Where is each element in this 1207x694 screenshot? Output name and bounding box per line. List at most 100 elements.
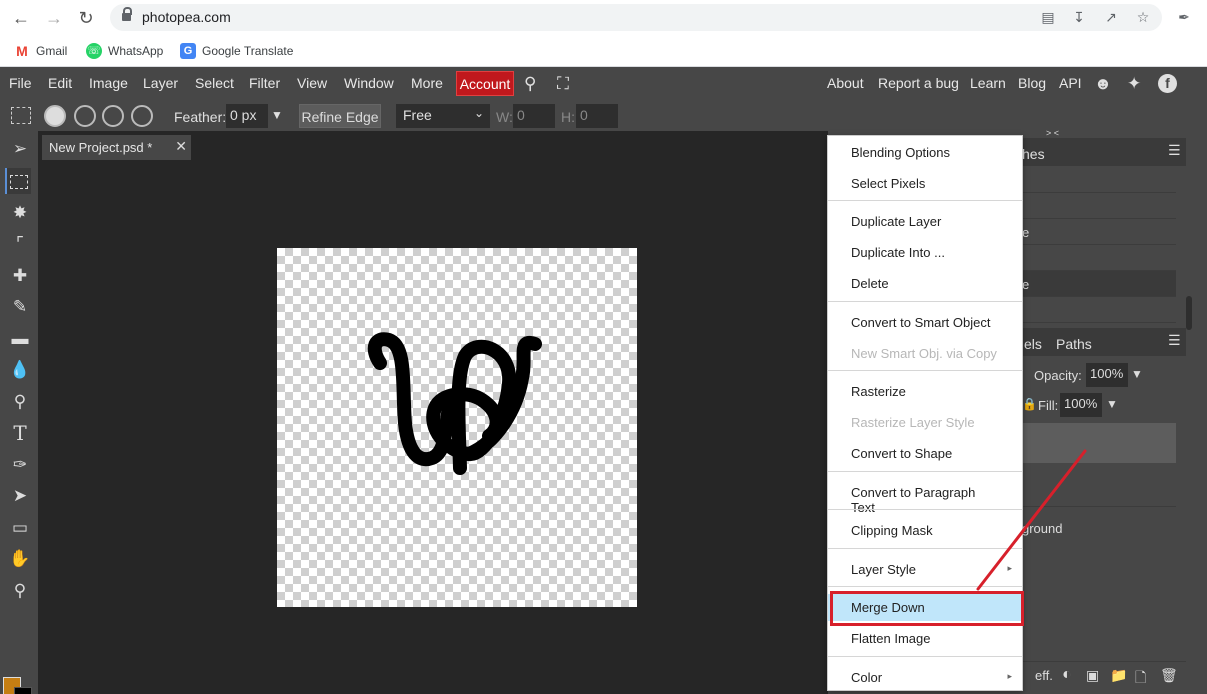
panel-row [1022, 193, 1176, 219]
feather-input[interactable]: 0 px [226, 104, 268, 128]
menu-item-delete[interactable]: Delete [828, 270, 1022, 297]
move-tool-icon[interactable]: ➢ [7, 136, 33, 162]
link-blog[interactable]: Blog [1018, 75, 1046, 91]
menu-more[interactable]: More [411, 75, 443, 91]
reddit-icon[interactable]: ☻ [1094, 74, 1112, 94]
document-tab[interactable]: New Project.psd * ✕ [42, 135, 191, 160]
selection-add-icon[interactable] [74, 105, 96, 127]
adjustment-layer-icon[interactable]: ◐ [1062, 666, 1072, 684]
twitter-icon[interactable]: ✦ [1127, 74, 1141, 94]
panel-scrollbar[interactable] [1186, 131, 1207, 694]
opacity-dropdown-icon[interactable]: ▼ [1131, 367, 1143, 381]
selection-new-icon[interactable] [44, 105, 66, 127]
url-field[interactable]: photopea.com [110, 4, 1162, 31]
panel-row [1022, 245, 1176, 271]
panel-tab-partial[interactable]: hes [1022, 146, 1045, 162]
rectangle-tool-icon[interactable]: ▭ [7, 515, 33, 541]
refine-edge-button[interactable]: Refine Edge [299, 104, 381, 128]
menu-item-flatten-image[interactable]: Flatten Image [828, 625, 1022, 652]
menu-edit[interactable]: Edit [48, 75, 72, 91]
menu-file[interactable]: File [9, 75, 32, 91]
menu-item-convert-smart-object[interactable]: Convert to Smart Object [828, 309, 1022, 336]
bookmark-star-icon[interactable]: ☆ [1134, 8, 1152, 26]
fullscreen-icon[interactable]: ⛶ [557, 74, 569, 94]
bookmark-gmail[interactable]: M Gmail [14, 41, 67, 61]
opacity-input[interactable]: 100% [1086, 363, 1128, 387]
collapse-panels-icon[interactable]: > < [1046, 128, 1059, 138]
tab-paths[interactable]: Paths [1056, 336, 1092, 352]
height-input[interactable]: 0 [576, 104, 618, 128]
brush-tool-icon[interactable]: ✎ [7, 294, 33, 320]
tab-layers-partial[interactable]: els [1024, 336, 1042, 352]
hand-tool-icon[interactable]: ✋ [7, 546, 33, 572]
page-icon[interactable]: ▤ [1039, 8, 1057, 26]
menu-image[interactable]: Image [89, 75, 128, 91]
panel-row [1022, 167, 1176, 193]
share-icon[interactable]: ↗ [1102, 8, 1120, 26]
blur-tool-icon[interactable]: 💧 [7, 357, 33, 383]
crop-tool-icon[interactable]: ⌜ [7, 231, 33, 257]
menu-layer[interactable]: Layer [143, 75, 178, 91]
menu-item-duplicate-into[interactable]: Duplicate Into ... [828, 239, 1022, 266]
back-arrow-icon[interactable]: ← [9, 6, 33, 30]
zoom-tool-icon[interactable]: ⚲ [7, 578, 33, 604]
reload-icon[interactable]: ↻ [74, 6, 98, 30]
photopea-app: File Edit Image Layer Select Filter View… [0, 67, 1207, 694]
close-icon[interactable]: ✕ [175, 138, 187, 155]
eyedropper-extension-icon[interactable]: ✒ [1175, 8, 1193, 26]
link-learn[interactable]: Learn [970, 75, 1006, 91]
selection-mode-select[interactable]: Free ⌄ [396, 104, 490, 128]
options-bar: Feather: 0 px ▼ Refine Edge Free ⌄ W: 0 … [0, 101, 1207, 131]
mask-icon[interactable]: ▣ [1086, 667, 1099, 684]
menu-item-duplicate-layer[interactable]: Duplicate Layer [828, 208, 1022, 235]
menu-item-label: Color [851, 670, 883, 685]
menu-item-select-pixels[interactable]: Select Pixels [828, 170, 1022, 197]
menu-item-blending-options[interactable]: Blending Options [828, 139, 1022, 166]
feather-dropdown-arrow-icon[interactable]: ▼ [271, 108, 283, 122]
gradient-tool-icon[interactable]: ▬ [7, 326, 33, 352]
menu-item-rasterize[interactable]: Rasterize [828, 378, 1022, 405]
healing-brush-icon[interactable]: ✚ [7, 263, 33, 289]
pen-tool-icon[interactable]: ✑ [7, 452, 33, 478]
panel-menu-icon[interactable]: ☰ [1168, 142, 1181, 159]
search-icon[interactable]: ⚲ [524, 74, 536, 94]
document-canvas[interactable] [277, 248, 637, 607]
link-report-bug[interactable]: Report a bug [878, 75, 959, 91]
menu-filter[interactable]: Filter [249, 75, 280, 91]
whatsapp-icon: ☏ [86, 43, 102, 59]
layer-effects-button[interactable]: eff. [1035, 668, 1053, 683]
background-color-swatch[interactable] [14, 687, 32, 694]
link-api[interactable]: API [1059, 75, 1082, 91]
folder-icon[interactable]: 📁 [1110, 667, 1127, 684]
menu-view[interactable]: View [297, 75, 327, 91]
gmail-icon: M [14, 43, 30, 59]
trash-icon[interactable]: 🗑 [1160, 667, 1178, 684]
bookmarks-bar: M Gmail ☏ WhatsApp G Google Translate [0, 36, 1207, 67]
dodge-tool-icon[interactable]: ⚲ [7, 389, 33, 415]
account-button[interactable]: Account [456, 71, 514, 96]
menu-window[interactable]: Window [344, 75, 394, 91]
width-input[interactable]: 0 [513, 104, 555, 128]
facebook-icon[interactable]: f [1158, 74, 1177, 93]
link-about[interactable]: About [827, 75, 864, 91]
magic-wand-icon[interactable]: ✸ [7, 200, 33, 226]
panel-menu-icon[interactable]: ☰ [1168, 332, 1181, 349]
marquee-tool-icon[interactable] [5, 168, 31, 194]
selection-subtract-icon[interactable] [102, 105, 124, 127]
menu-select[interactable]: Select [195, 75, 234, 91]
selection-intersect-icon[interactable] [131, 105, 153, 127]
bookmark-google-translate[interactable]: G Google Translate [180, 41, 293, 61]
lock-all-icon[interactable]: 🔒 [1022, 397, 1037, 411]
install-icon[interactable]: ↧ [1070, 8, 1088, 26]
new-layer-icon[interactable]: 🗋 [1135, 667, 1146, 691]
forward-arrow-icon[interactable]: → [42, 6, 66, 30]
bookmark-whatsapp[interactable]: ☏ WhatsApp [86, 41, 163, 61]
width-label: W: [496, 109, 513, 125]
type-tool-icon[interactable]: T [7, 420, 33, 446]
fill-input[interactable]: 100% [1060, 393, 1102, 417]
menu-item-color[interactable]: Color ▸ [828, 664, 1022, 691]
menu-bar: File Edit Image Layer Select Filter View… [0, 67, 1207, 101]
scrollbar-thumb[interactable] [1186, 296, 1192, 330]
path-select-icon[interactable]: ➤ [7, 483, 33, 509]
fill-dropdown-icon[interactable]: ▼ [1106, 397, 1118, 411]
